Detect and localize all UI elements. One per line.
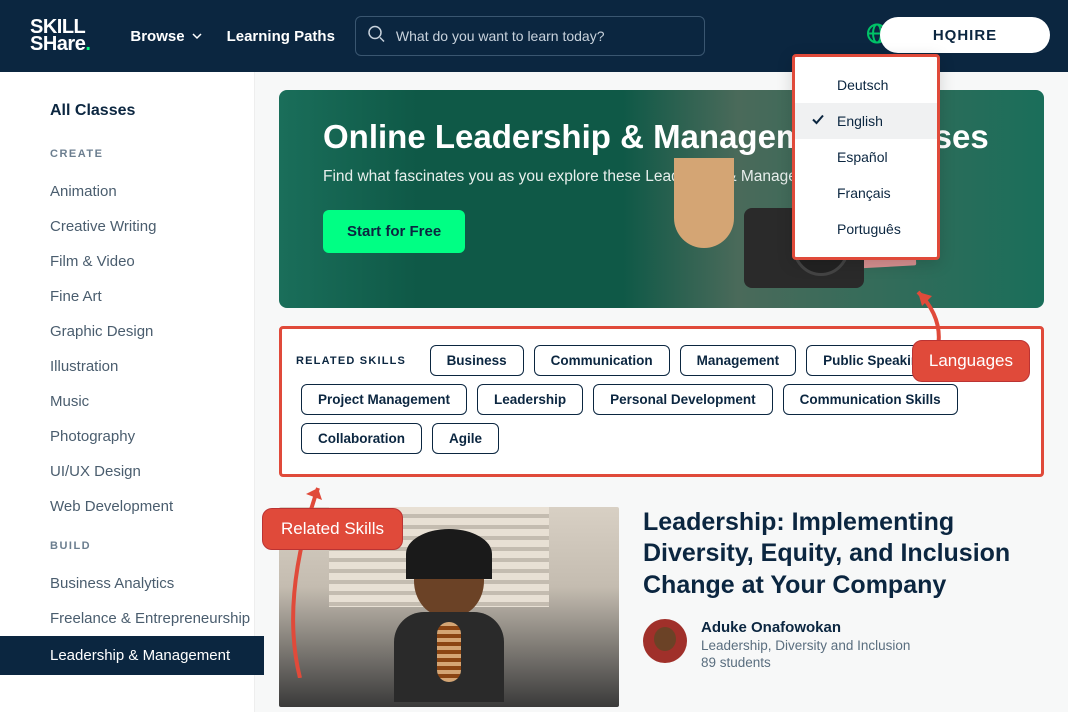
- sidebar-item[interactable]: Freelance & Entrepreneurship: [50, 601, 254, 636]
- language-option[interactable]: Français: [795, 175, 937, 211]
- logo-dot: .: [85, 33, 90, 55]
- language-option[interactable]: Español: [795, 139, 937, 175]
- skill-pill[interactable]: Communication: [534, 345, 670, 376]
- start-free-button[interactable]: Start for Free: [323, 210, 465, 253]
- skill-pill[interactable]: Collaboration: [301, 423, 422, 454]
- sidebar-item[interactable]: Business Analytics: [50, 566, 254, 601]
- search-container: [355, 16, 705, 56]
- related-skills-label: RELATED SKILLS: [296, 355, 406, 367]
- sidebar-item[interactable]: Photography: [50, 419, 254, 454]
- language-label: Español: [837, 149, 888, 165]
- skill-pill[interactable]: Business: [430, 345, 524, 376]
- logo[interactable]: SKILL SHare.: [30, 19, 90, 53]
- language-label: Deutsch: [837, 77, 888, 93]
- sidebar-item[interactable]: Music: [50, 384, 254, 419]
- author-name[interactable]: Aduke Onafowokan: [701, 619, 910, 636]
- hero-decor-pot: [674, 158, 734, 248]
- learning-paths-link[interactable]: Learning Paths: [227, 28, 335, 45]
- language-label: Français: [837, 185, 891, 201]
- course-title[interactable]: Leadership: Implementing Diversity, Equi…: [643, 507, 1044, 601]
- skill-pill[interactable]: Project Management: [301, 384, 467, 415]
- thumb-person: [369, 527, 529, 707]
- chevron-down-icon: [191, 30, 203, 42]
- skill-pill[interactable]: Leadership: [477, 384, 583, 415]
- search-icon: [367, 25, 385, 48]
- author-avatar[interactable]: [643, 619, 687, 663]
- annotation-related-skills: Related Skills: [262, 508, 403, 550]
- sidebar-section-header: CREATE: [50, 148, 254, 160]
- sidebar-item[interactable]: Animation: [50, 174, 254, 209]
- language-dropdown: Deutsch English Español Français Português: [792, 54, 940, 260]
- course-info: Leadership: Implementing Diversity, Equi…: [643, 507, 1044, 707]
- annotation-arrow-languages: [908, 287, 948, 347]
- check-icon: [811, 113, 825, 130]
- sidebar-item[interactable]: Graphic Design: [50, 314, 254, 349]
- logo-bottom: SHare: [30, 33, 85, 55]
- main-column: Online Leadership & Management Classes F…: [255, 72, 1068, 712]
- course-students: 89 students: [701, 655, 910, 670]
- skill-pill[interactable]: Personal Development: [593, 384, 773, 415]
- search-input[interactable]: [355, 16, 705, 56]
- category-sidebar: All Classes CREATE AnimationCreative Writ…: [0, 72, 255, 712]
- language-label: Português: [837, 221, 901, 237]
- skill-pill[interactable]: Management: [680, 345, 797, 376]
- sidebar-section-header: BUILD: [50, 540, 254, 552]
- language-label: English: [837, 113, 883, 129]
- sidebar-item[interactable]: Film & Video: [50, 244, 254, 279]
- hqhire-badge[interactable]: HQHIRE: [880, 17, 1050, 53]
- sidebar-all-classes[interactable]: All Classes: [50, 102, 254, 120]
- author-row: Aduke Onafowokan Leadership, Diversity a…: [643, 619, 1044, 670]
- language-option[interactable]: Português: [795, 211, 937, 247]
- sidebar-item[interactable]: Fine Art: [50, 279, 254, 314]
- sidebar-item[interactable]: Creative Writing: [50, 209, 254, 244]
- annotation-languages: Languages: [912, 340, 1030, 382]
- sidebar-item[interactable]: UI/UX Design: [50, 454, 254, 489]
- author-subtitle: Leadership, Diversity and Inclusion: [701, 638, 910, 653]
- language-option[interactable]: English: [795, 103, 937, 139]
- language-option[interactable]: Deutsch: [795, 67, 937, 103]
- browse-label: Browse: [130, 28, 184, 45]
- sidebar-item[interactable]: Leadership & Management: [0, 636, 264, 675]
- browse-dropdown[interactable]: Browse: [130, 28, 202, 45]
- sidebar-item[interactable]: Web Development: [50, 489, 254, 524]
- skill-pill[interactable]: Agile: [432, 423, 499, 454]
- sidebar-item[interactable]: Illustration: [50, 349, 254, 384]
- skill-pill[interactable]: Communication Skills: [783, 384, 958, 415]
